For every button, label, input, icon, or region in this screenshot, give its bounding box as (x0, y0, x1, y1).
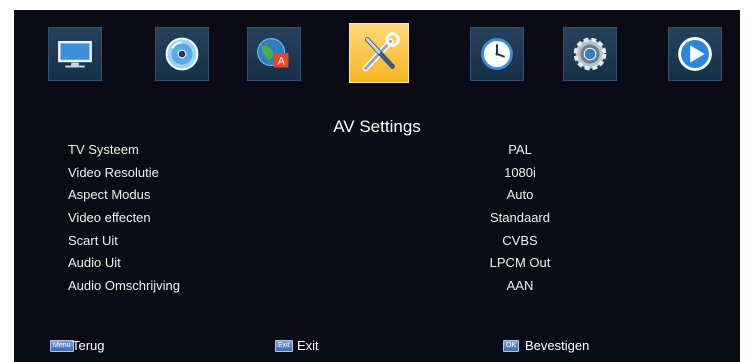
menu-tile-language[interactable]: A (247, 27, 301, 81)
confirm-label: Bevestigen (525, 338, 590, 353)
setting-row-video-resolution[interactable]: Video Resolutie 1080i (14, 165, 740, 187)
setting-row-audio-description[interactable]: Audio Omschrijving AAN (14, 278, 740, 300)
tv-icon (58, 41, 92, 68)
setting-value[interactable]: 1080i (460, 165, 580, 180)
exit-label: Exit (297, 338, 319, 353)
play-icon (678, 37, 712, 71)
gear-icon (573, 37, 607, 71)
setting-value[interactable]: PAL (460, 142, 580, 157)
main-menu-bar: A (14, 10, 740, 110)
setting-row-scart-out[interactable]: Scart Uit CVBS (14, 233, 740, 255)
svg-text:A: A (278, 56, 286, 68)
setting-label: Video Resolutie (68, 165, 159, 180)
back-label: Terug (72, 338, 105, 353)
language-icon: A (257, 38, 289, 68)
menu-tile-disc[interactable] (155, 27, 209, 81)
menu-tile-tools[interactable] (349, 23, 409, 83)
setting-row-audio-out[interactable]: Audio Uit LPCM Out (14, 255, 740, 277)
setting-label: TV Systeem (68, 142, 139, 157)
setting-row-tv-system[interactable]: TV Systeem PAL (14, 142, 740, 164)
setting-value[interactable]: AAN (460, 278, 580, 293)
setting-value[interactable]: Auto (460, 187, 580, 202)
setting-label: Scart Uit (68, 233, 118, 248)
setting-label: Aspect Modus (68, 187, 151, 202)
setting-value[interactable]: Standaard (460, 210, 580, 225)
setting-value[interactable]: LPCM Out (460, 255, 580, 270)
menu-tile-clock[interactable] (470, 27, 524, 81)
menu-tile-tv[interactable] (48, 27, 102, 81)
exit-key-badge: Exit (275, 340, 293, 352)
clock-icon (481, 38, 513, 70)
menu-key-badge: Menu (50, 340, 74, 352)
screen: A AV Settings TV Systeem PAL Video Resol… (14, 10, 740, 362)
setting-label: Audio Uit (68, 255, 121, 270)
setting-row-aspect-mode[interactable]: Aspect Modus Auto (14, 187, 740, 209)
setting-label: Audio Omschrijving (68, 278, 180, 293)
disc-icon (165, 37, 199, 71)
page-title: AV Settings (333, 117, 421, 136)
ok-key-badge: OK (503, 340, 520, 352)
menu-tile-settings[interactable] (563, 27, 617, 81)
tools-icon (362, 32, 400, 72)
setting-row-video-effects[interactable]: Video effecten Standaard (14, 210, 740, 232)
menu-tile-media[interactable] (668, 27, 722, 81)
setting-value[interactable]: CVBS (460, 233, 580, 248)
setting-label: Video effecten (68, 210, 151, 225)
